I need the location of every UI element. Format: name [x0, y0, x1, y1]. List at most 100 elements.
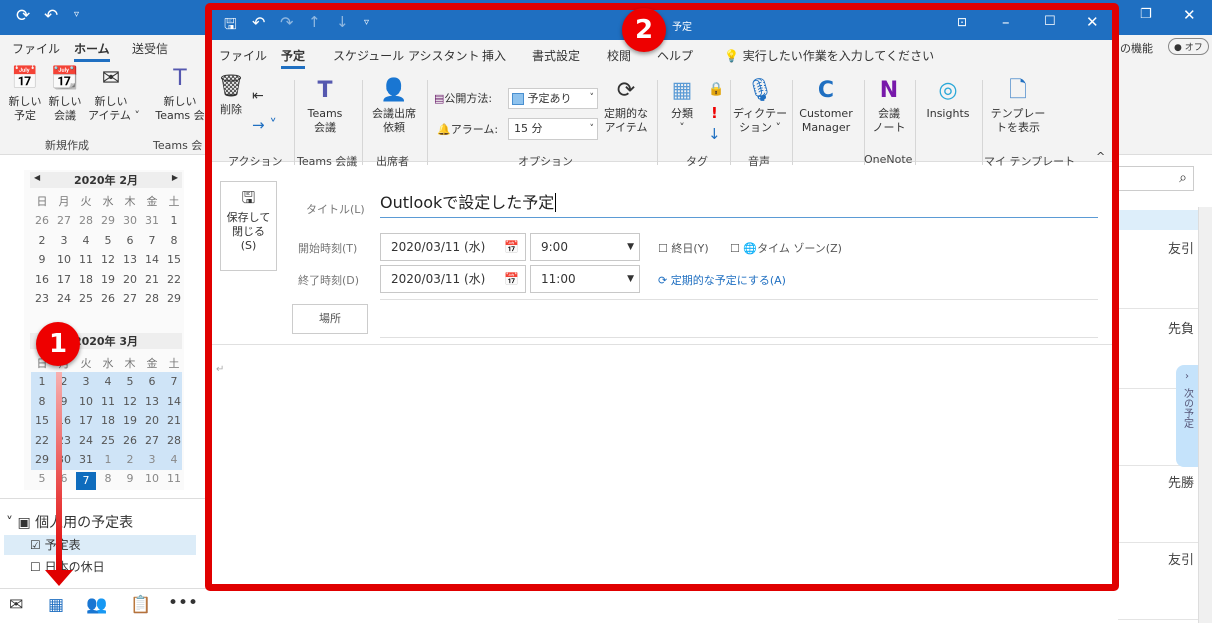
- calendar-day[interactable]: 13: [142, 395, 162, 408]
- folder-group[interactable]: ˅ ▣ 個人用の予定表: [6, 512, 133, 532]
- undo-icon[interactable]: ↶: [44, 6, 58, 26]
- calendar-day[interactable]: 8: [32, 395, 52, 408]
- calendar-day[interactable]: 4: [76, 234, 96, 247]
- search-box[interactable]: ⌕: [1118, 166, 1194, 191]
- calendar-day[interactable]: 21: [142, 273, 162, 286]
- calendar-day[interactable]: 15: [164, 253, 184, 266]
- calendar-day[interactable]: 17: [54, 273, 74, 286]
- tab-file[interactable]: ファイル: [219, 47, 267, 64]
- people-icon[interactable]: 👥: [86, 595, 107, 615]
- calendar-picker-icon[interactable]: 📅: [504, 234, 519, 260]
- calendar-day[interactable]: 17: [76, 414, 96, 427]
- tasks-icon[interactable]: 📋: [130, 595, 151, 615]
- calendar-day[interactable]: 21: [164, 414, 184, 427]
- down-arrow-icon[interactable]: ↓: [336, 13, 349, 31]
- close-icon[interactable]: ✕: [1086, 13, 1099, 31]
- feature-toggle[interactable]: ● オフ: [1168, 38, 1209, 55]
- calendar-day[interactable]: 28: [142, 292, 162, 305]
- main-tab-home[interactable]: ホーム: [74, 40, 110, 62]
- sync-icon[interactable]: ⟳: [16, 6, 30, 26]
- start-date-field[interactable]: 2020/03/11 (水) 📅: [380, 233, 526, 261]
- up-arrow-icon[interactable]: ↑: [308, 13, 321, 31]
- calendar-day[interactable]: 26: [120, 434, 140, 447]
- calendar-day[interactable]: 30: [120, 214, 140, 227]
- tab-review[interactable]: 校閲: [607, 47, 631, 64]
- customize-qat-icon[interactable]: ▿: [74, 9, 79, 20]
- tab-help[interactable]: ヘルプ: [657, 47, 693, 64]
- new-event-button[interactable]: 📅 新しい 予定: [6, 66, 44, 123]
- tab-scheduling-assistant[interactable]: スケジュール アシスタント: [333, 47, 480, 64]
- close-icon[interactable]: ✕: [1183, 6, 1196, 24]
- calendar-day[interactable]: 7: [164, 375, 184, 388]
- title-input[interactable]: Outlookで設定した予定: [380, 188, 1098, 218]
- calendar-day[interactable]: 19: [98, 273, 118, 286]
- calendar-day[interactable]: 18: [98, 414, 118, 427]
- calendar-day[interactable]: 3: [142, 453, 162, 466]
- dropdown-arrow-icon[interactable]: ▼: [627, 266, 634, 292]
- main-tab-file[interactable]: ファイル: [12, 40, 60, 57]
- prev-month-icon[interactable]: ◀: [34, 173, 40, 182]
- tab-format[interactable]: 書式設定: [532, 47, 580, 64]
- mail-icon[interactable]: ✉: [9, 595, 23, 615]
- customer-manager-button[interactable]: C Customer Manager: [794, 78, 858, 135]
- calendar-day[interactable]: 9: [120, 472, 140, 485]
- calendar-day[interactable]: 11: [164, 472, 184, 485]
- calendar-day[interactable]: 10: [76, 395, 96, 408]
- tell-me-box[interactable]: 💡 実行したい作業を入力してください: [724, 47, 934, 64]
- calendar-day[interactable]: 20: [120, 273, 140, 286]
- ribbon-display-icon[interactable]: ⊡: [957, 15, 967, 29]
- recurrence-button[interactable]: ⟳ 定期的な アイテム: [600, 78, 652, 135]
- maximize-icon[interactable]: ☐: [1044, 14, 1056, 29]
- calendar-day[interactable]: 7: [142, 234, 162, 247]
- calendar-day[interactable]: 16: [32, 273, 52, 286]
- calendar-day[interactable]: 1: [164, 214, 184, 227]
- peek-pane-tab[interactable]: › 次の予定: [1176, 365, 1198, 467]
- calendar-day[interactable]: 5: [120, 375, 140, 388]
- calendar-day[interactable]: 8: [98, 472, 118, 485]
- next-month-icon[interactable]: ▶: [172, 173, 178, 182]
- calendar-day[interactable]: 15: [32, 414, 52, 427]
- alarm-select[interactable]: 15 分 ˅: [508, 118, 598, 140]
- calendar-day[interactable]: 9: [32, 253, 52, 266]
- checkbox-icon[interactable]: ☐: [30, 560, 41, 574]
- start-time-field[interactable]: 9:00 ▼: [530, 233, 640, 261]
- end-date-field[interactable]: 2020/03/11 (水) 📅: [380, 265, 526, 293]
- invite-attendees-button[interactable]: 👤 会議出席 依頼: [367, 78, 421, 135]
- calendar-day[interactable]: 14: [142, 253, 162, 266]
- new-meeting-button[interactable]: 📆 新しい 会議: [46, 66, 84, 123]
- calendar-day[interactable]: 11: [98, 395, 118, 408]
- tab-appointment[interactable]: 予定: [281, 47, 306, 69]
- all-day-checkbox[interactable]: ☐ 終日(Y): [658, 240, 709, 256]
- time-zone-checkbox[interactable]: ☐ 🌐タイム ゾーン(Z): [730, 240, 842, 256]
- calendar-day[interactable]: 3: [54, 234, 74, 247]
- calendar-day[interactable]: 12: [120, 395, 140, 408]
- calendar-day[interactable]: 8: [164, 234, 184, 247]
- collapse-ribbon-icon[interactable]: ^: [1096, 150, 1105, 163]
- calendar-day[interactable]: 25: [98, 434, 118, 447]
- calendar-nav-icon[interactable]: ▦: [48, 595, 64, 615]
- view-templates-button[interactable]: 🗋 テンプレー トを表示: [988, 78, 1048, 135]
- calendar-day[interactable]: 28: [164, 434, 184, 447]
- customize-qat-icon[interactable]: ▿: [364, 17, 369, 28]
- calendar-day[interactable]: 14: [164, 395, 184, 408]
- private-lock-icon[interactable]: 🔒: [708, 82, 724, 97]
- calendar-day[interactable]: 29: [164, 292, 184, 305]
- calendar-day[interactable]: 27: [142, 434, 162, 447]
- location-button[interactable]: 場所: [292, 304, 368, 334]
- calendar-day[interactable]: 11: [76, 253, 96, 266]
- redo-icon[interactable]: ↷: [280, 13, 293, 32]
- minimize-icon[interactable]: –: [1002, 13, 1010, 31]
- save-icon[interactable]: 🖫: [224, 14, 237, 39]
- calendar-day[interactable]: 24: [76, 434, 96, 447]
- calendar-day[interactable]: 10: [54, 253, 74, 266]
- calendar-day[interactable]: 12: [98, 253, 118, 266]
- calendar-day[interactable]: 26: [98, 292, 118, 305]
- forward-icon[interactable]: → ˅: [252, 116, 277, 134]
- calendar-day[interactable]: 1: [98, 453, 118, 466]
- calendar-day[interactable]: 4: [98, 375, 118, 388]
- body-editor[interactable]: ↵: [212, 346, 1112, 584]
- dropdown-arrow-icon[interactable]: ▼: [627, 234, 634, 260]
- save-close-button[interactable]: 🖫 保存して 閉じる (S): [220, 181, 277, 271]
- calendar-day[interactable]: 29: [98, 214, 118, 227]
- calendar-day[interactable]: 18: [76, 273, 96, 286]
